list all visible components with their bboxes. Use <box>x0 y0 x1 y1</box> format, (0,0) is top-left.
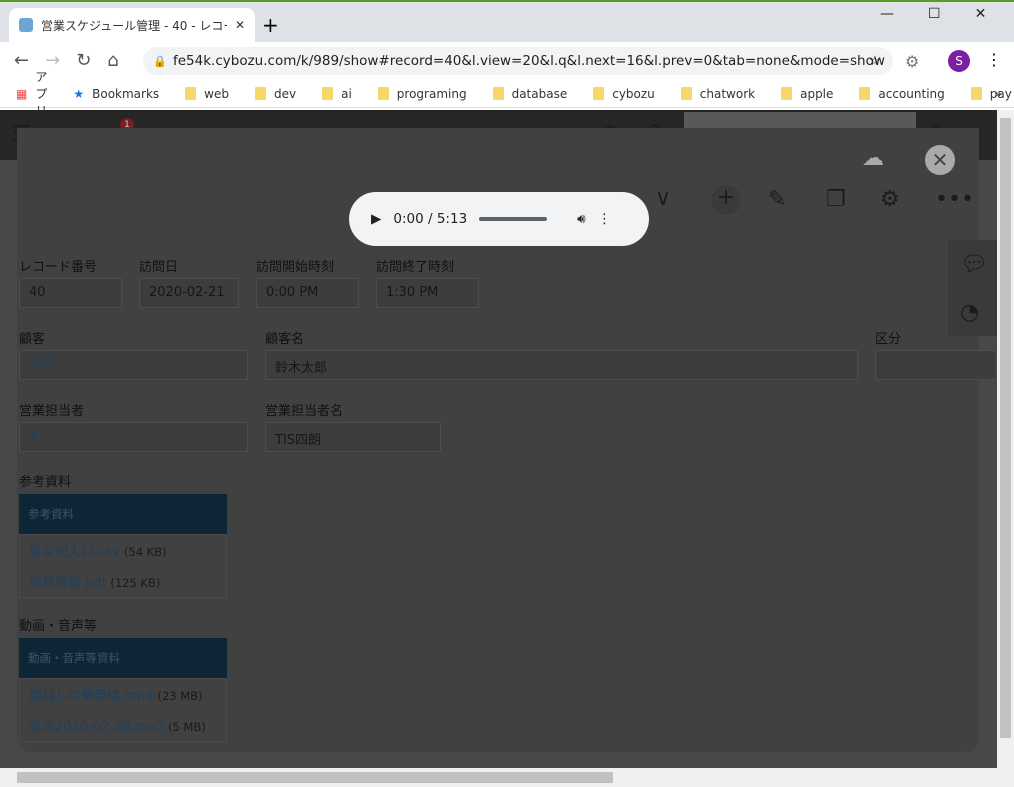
reload-icon[interactable]: ↻ <box>76 50 91 71</box>
table-header: 動画・音声等資料 <box>19 638 227 678</box>
maximize-button[interactable]: ☐ <box>928 6 941 22</box>
file-link[interactable]: 音声2020-02-28.mp3 <box>29 720 164 735</box>
bookmark-folder[interactable]: accounting <box>859 87 945 101</box>
folder-icon <box>185 87 197 100</box>
bookmark-folder[interactable]: apple <box>781 87 833 101</box>
close-tab-icon[interactable]: ✕ <box>235 18 245 32</box>
new-tab-button[interactable]: + <box>262 13 279 37</box>
address-bar[interactable]: 🔒 fe54k.cybozu.com/k/989/show#record=40&l… <box>143 47 893 75</box>
time-display: 0:00 / 5:13 <box>393 211 468 227</box>
bookmarks-bar: ▦アプリ ★Bookmarks web dev ai programing da… <box>0 70 1014 118</box>
close-viewer-button[interactable]: ✕ <box>925 145 955 175</box>
customer-link[interactable]: 200 <box>19 350 248 380</box>
field-label: 顧客名 <box>265 332 305 347</box>
start-time-value: 0:00 PM <box>256 278 359 308</box>
file-row: 櫻越しの錦帯橋.mp4 (23 MB) <box>20 679 226 710</box>
bookmark-folder[interactable]: ai <box>322 87 352 101</box>
chevron-down-icon[interactable]: ∨ <box>655 186 671 211</box>
end-time-value: 1:30 PM <box>376 278 479 308</box>
duplicate-icon[interactable]: ❐ <box>826 187 846 212</box>
volume-icon[interactable]: 🔊︎ <box>577 211 586 227</box>
folder-icon <box>322 87 334 100</box>
record-number-value: 40 <box>19 278 122 308</box>
profile-avatar[interactable]: S <box>948 50 970 72</box>
field-label: 顧客 <box>19 332 46 347</box>
play-icon[interactable]: ▶ <box>371 211 381 227</box>
table-header: 参考資料 <box>19 494 227 534</box>
field-label: 動画・音声等 <box>19 619 98 634</box>
audio-player[interactable]: ▶ 0:00 / 5:13 🔊︎ ⋮ <box>349 192 649 246</box>
bookmark-folder[interactable]: cybozu <box>593 87 655 101</box>
folder-icon <box>593 87 605 100</box>
folder-icon <box>781 87 793 100</box>
file-size: (54 KB) <box>123 545 167 559</box>
seek-slider[interactable] <box>479 217 548 221</box>
visit-date-value: 2020-02-21 <box>139 278 239 308</box>
lock-icon: 🔒 <box>153 54 167 68</box>
home-icon[interactable]: ⌂ <box>107 50 118 71</box>
category-value <box>875 350 997 380</box>
history-icon[interactable]: ◔ <box>960 300 979 325</box>
attachments-table: 参考資料 男女別人口.csv (54 KB) 御見積書.pdf (125 KB) <box>19 494 227 598</box>
customer-name-value: 鈴木太郎 <box>265 350 858 380</box>
file-link[interactable]: 御見積書.pdf <box>29 576 106 591</box>
folder-icon <box>377 87 389 100</box>
browser-tab[interactable]: 営業スケジュール管理 - 40 - レコード( ✕ <box>9 8 255 42</box>
bookmark-bookmarks[interactable]: ★ Bookmarks <box>73 87 159 101</box>
tab-title: 営業スケジュール管理 - 40 - レコード( <box>41 18 227 33</box>
url-text: fe54k.cybozu.com/k/989/show#record=40&l.… <box>173 53 885 69</box>
settings-icon[interactable]: ⚙ <box>880 187 900 212</box>
file-row: 男女別人口.csv (54 KB) <box>20 535 226 566</box>
cloud-download-icon[interactable]: ☁ <box>862 146 884 171</box>
horizontal-scrollbar[interactable] <box>0 768 1014 787</box>
file-row: 音声2020-02-28.mp3 (5 MB) <box>20 710 226 741</box>
more-options-icon[interactable]: ⋮ <box>598 211 612 227</box>
field-label: 区分 <box>875 332 902 347</box>
bookmark-folder[interactable]: dev <box>255 87 296 101</box>
media-table: 動画・音声等資料 櫻越しの錦帯橋.mp4 (23 MB) 音声2020-02-2… <box>19 638 227 742</box>
add-record-icon[interactable]: + <box>711 185 741 215</box>
more-bookmarks-icon[interactable]: » <box>995 87 1002 101</box>
bookmark-star-icon[interactable]: ☆ <box>869 53 881 69</box>
comment-icon[interactable]: 💬︎ <box>960 252 988 277</box>
file-size: (23 MB) <box>157 689 203 703</box>
field-label: 訪問開始時刻 <box>256 260 335 275</box>
field-label: レコード番号 <box>19 260 98 275</box>
folder-icon <box>255 87 266 100</box>
apps-grid-icon: ▦ <box>16 86 28 101</box>
field-label: 営業担当者 <box>19 404 85 419</box>
folder-icon <box>680 87 692 100</box>
file-size: (125 KB) <box>110 576 161 590</box>
bookmark-folder[interactable]: programing <box>377 87 467 101</box>
star-icon: ★ <box>73 86 85 101</box>
bookmark-folder[interactable]: chatwork <box>680 87 755 101</box>
side-panel: 💬︎ ◔ <box>948 240 997 336</box>
sales-rep-name-value: TIS四朗 <box>265 422 441 452</box>
file-link[interactable]: 櫻越しの錦帯橋.mp4 <box>29 689 153 704</box>
file-link[interactable]: 男女別人口.csv <box>29 545 120 560</box>
close-window-button[interactable]: ✕ <box>975 6 987 22</box>
minimize-button[interactable]: — <box>880 6 894 22</box>
field-label: 参考資料 <box>19 475 72 490</box>
field-label: 訪問終了時刻 <box>376 260 455 275</box>
field-label: 訪問日 <box>139 260 179 275</box>
field-label: 営業担当者名 <box>265 404 344 419</box>
bookmark-folder[interactable]: web <box>185 87 229 101</box>
bookmark-folder[interactable]: pay <box>970 87 1012 101</box>
file-size: (5 MB) <box>168 720 206 734</box>
folder-icon <box>970 87 982 100</box>
folder-icon <box>492 87 504 100</box>
folder-icon <box>859 87 871 100</box>
file-row: 御見積書.pdf (125 KB) <box>20 566 226 597</box>
edit-icon[interactable]: ✎ <box>768 187 786 212</box>
extension-icon[interactable]: ⚙ <box>905 52 919 71</box>
more-icon[interactable]: ••• <box>935 187 974 212</box>
vertical-scrollbar[interactable] <box>997 110 1014 768</box>
bookmark-folder[interactable]: database <box>492 87 567 101</box>
menu-icon[interactable]: ⋮ <box>986 50 1002 69</box>
app-icon <box>19 18 33 32</box>
sales-rep-link[interactable]: 4 <box>19 422 248 452</box>
